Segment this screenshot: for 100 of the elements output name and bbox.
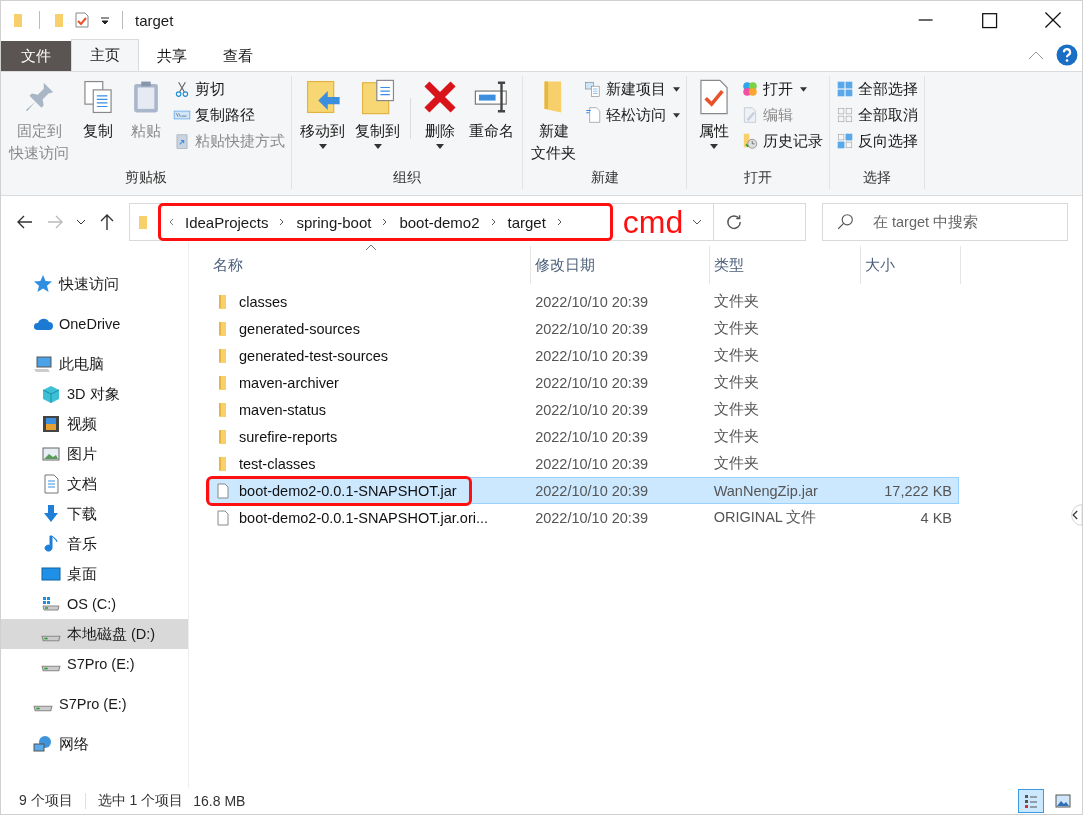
table-cell-text: ORIGINAL 文件 <box>712 508 818 527</box>
breadcrumb[interactable]: IdeaProjects <box>185 213 269 231</box>
file-menu-tab[interactable]: 文件 <box>1 41 71 71</box>
drive-icon <box>33 704 53 712</box>
ribbon-button[interactable]: 移动到 <box>298 76 347 169</box>
grid-icon <box>836 80 854 98</box>
breadcrumb[interactable]: boot-demo2 <box>399 213 480 231</box>
selection-size: 16.8 MB <box>193 793 246 809</box>
file-row[interactable]: generated-sources 2022/10/10 20:39 文件夹 <box>209 315 959 342</box>
ribbon-button[interactable]: 复制 <box>77 76 119 169</box>
file-row[interactable]: surefire-reports 2022/10/10 20:39 文件夹 <box>209 423 959 450</box>
table-cell-text: 2022/10/10 20:39 <box>534 374 649 391</box>
drive-icon <box>41 664 61 672</box>
column-header[interactable]: 类型 <box>710 246 861 284</box>
column-header[interactable]: 修改日期 <box>531 246 710 284</box>
table-cell-text: WanNengZip.jar <box>712 482 819 499</box>
sidebar-item[interactable]: 视频 <box>1 409 188 439</box>
new-item-icon <box>584 80 602 98</box>
table-cell-text: 2022/10/10 20:39 <box>534 482 649 499</box>
ribbon-button[interactable]: 复制路径 <box>173 104 285 126</box>
ribbon-tab[interactable]: 查看 <box>205 41 271 71</box>
file-name: maven-status <box>239 401 327 418</box>
sidebar-item[interactable]: S7Pro (E:) <box>1 649 188 679</box>
pc-icon <box>33 354 53 374</box>
ribbon-button[interactable]: 属性 <box>693 76 735 169</box>
table-cell-text: 文件夹 <box>712 373 760 392</box>
sidebar-item[interactable]: 网络 <box>1 729 188 759</box>
cube-icon <box>41 384 61 404</box>
shortcut-icon <box>173 132 191 150</box>
sidebar-item[interactable]: 图片 <box>1 439 188 469</box>
breadcrumb[interactable]: target <box>507 213 546 231</box>
ribbon-button[interactable]: 删除 <box>419 76 461 169</box>
sidebar-item[interactable]: OS (C:) <box>1 589 188 619</box>
selection-count: 选中 1 个项目 <box>97 792 184 810</box>
view-toggle[interactable] <box>1018 789 1044 813</box>
sidebar-item[interactable]: 本地磁盘 (D:) <box>1 619 188 649</box>
sidebar-item[interactable]: 文档 <box>1 469 188 499</box>
colorful-flower-icon <box>741 80 759 98</box>
chevron-right-icon[interactable] <box>489 216 498 228</box>
chevron-right-icon[interactable] <box>555 216 564 228</box>
image-icon <box>41 444 61 464</box>
file-row[interactable]: test-classes 2022/10/10 20:39 文件夹 <box>209 450 959 477</box>
ribbon-button[interactable]: 全部取消 <box>836 104 918 126</box>
table-cell-text: 17,222 KB <box>883 482 953 499</box>
checkmark-document-icon[interactable] <box>74 11 90 29</box>
table-cell-text: 文件夹 <box>712 454 760 473</box>
table-cell-text: 2022/10/10 20:39 <box>534 293 649 310</box>
table-cell-text: 文件夹 <box>712 292 760 311</box>
ribbon-button[interactable]: 打开 <box>741 78 823 100</box>
ribbon-button[interactable]: 重命名 <box>467 76 516 169</box>
chevron-up-icon[interactable] <box>1026 49 1046 61</box>
group-label: 打开 <box>744 169 772 187</box>
sidebar-item[interactable]: S7Pro (E:) <box>1 689 188 719</box>
column-header[interactable]: 大小 <box>861 246 961 284</box>
file-icon <box>215 508 231 527</box>
search-icon <box>836 213 854 231</box>
help-icon[interactable] <box>1056 44 1078 66</box>
ribbon-tab[interactable]: 主页 <box>71 39 139 71</box>
table-cell-text: 2022/10/10 20:39 <box>534 401 649 418</box>
file-row[interactable]: maven-status 2022/10/10 20:39 文件夹 <box>209 396 959 423</box>
history-icon <box>741 132 759 150</box>
sidebar-item[interactable]: 下载 <box>1 499 188 529</box>
file-row[interactable]: boot-demo2-0.0.1-SNAPSHOT.jar.ori... 2022/10/10 20:39 ORIGINAL 文件 4 KB <box>209 504 959 531</box>
drive-icon <box>41 634 61 642</box>
empty-grid-icon <box>836 106 854 124</box>
file-row[interactable]: classes 2022/10/10 20:39 文件夹 <box>209 288 959 315</box>
invert-grid-icon <box>836 132 854 150</box>
sidebar-item[interactable]: 此电脑 <box>1 349 188 379</box>
group-label: 新建 <box>590 169 619 187</box>
download-icon <box>41 504 61 524</box>
sidebar-item[interactable]: 3D 对象 <box>1 379 188 409</box>
annotation-text: cmd <box>622 205 684 239</box>
ribbon-button[interactable]: 反向选择 <box>836 130 918 152</box>
ribbon-button[interactable]: 历史记录 <box>741 130 823 152</box>
search-field[interactable]: 在 target 中搜索 <box>822 203 1068 241</box>
ribbon-button[interactable]: 剪切 <box>173 78 285 100</box>
sidebar-item[interactable]: OneDrive <box>1 309 188 339</box>
delete-icon <box>421 78 459 116</box>
sidebar-item[interactable]: 桌面 <box>1 559 188 589</box>
file-row[interactable]: boot-demo2-0.0.1-SNAPSHOT.jar 2022/10/10 20:39 WanNengZip.jar 17,222 KB <box>209 477 959 504</box>
document-icon <box>584 106 602 124</box>
table-cell-text: 文件夹 <box>712 427 760 446</box>
ribbon-button[interactable]: 全部选择 <box>836 78 918 100</box>
file-row[interactable]: maven-archiver 2022/10/10 20:39 文件夹 <box>209 369 959 396</box>
group-label: 剪贴板 <box>125 169 167 187</box>
file-row[interactable]: generated-test-sources 2022/10/10 20:39 文件夹 <box>209 342 959 369</box>
address-bar[interactable]: IdeaProjects spring-boot boot-demo2 target cmd <box>129 203 806 241</box>
breadcrumb[interactable]: spring-boot <box>296 213 372 231</box>
file-name: boot-demo2-0.0.1-SNAPSHOT.jar.ori... <box>239 509 489 526</box>
ribbon-button[interactable]: 复制到 <box>353 76 402 169</box>
column-header[interactable]: 名称 <box>209 246 531 284</box>
sidebar-item[interactable]: 音乐 <box>1 529 188 559</box>
ribbon-tab[interactable]: 共享 <box>139 41 205 71</box>
caret-icon[interactable] <box>100 15 110 25</box>
ribbon-button[interactable]: 新建 文件夹 <box>529 76 578 169</box>
file-name: test-classes <box>239 455 316 472</box>
ribbon-button[interactable]: 轻松访问 <box>584 104 680 126</box>
chevron-left-icon <box>167 216 175 228</box>
sidebar-item[interactable]: 快速访问 <box>1 269 188 299</box>
ribbon-button[interactable]: 新建项目 <box>584 78 680 100</box>
